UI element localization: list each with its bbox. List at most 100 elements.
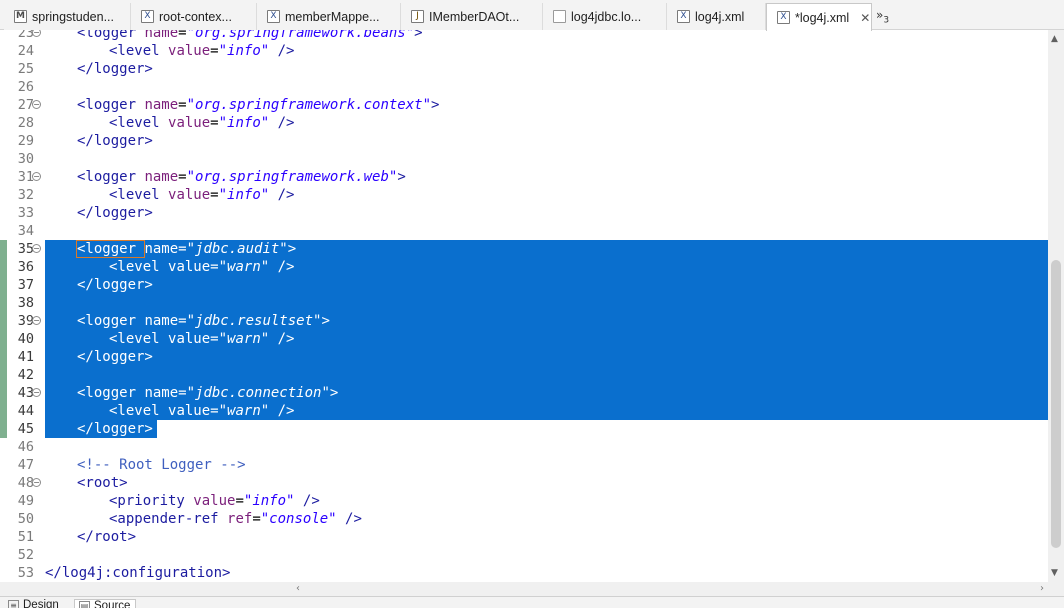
editor-mode-tabs: ≡ Design ▤ Source [0, 596, 1064, 608]
fold-toggle-icon[interactable]: − [32, 244, 41, 253]
code-line[interactable]: 48− <root> [0, 474, 1048, 492]
code-line[interactable]: 44 <level value="warn" /> [0, 402, 1048, 420]
change-marker [0, 546, 7, 564]
xml-source-editor[interactable]: 23− <logger name="org.springframework.bea… [0, 30, 1048, 582]
token-val: "org.springframework.context" [186, 97, 432, 113]
token-attr: value [193, 493, 236, 509]
token-eq: = [252, 511, 261, 527]
token-attr: name [144, 169, 179, 185]
code-line[interactable]: 29 </logger> [0, 132, 1048, 150]
editor-tab-1[interactable]: Mspringstuden... [4, 3, 131, 30]
code-line[interactable]: 34 [0, 222, 1048, 240]
token-attr: value [168, 403, 211, 419]
token-eq: = [210, 115, 219, 131]
fold-toggle-icon[interactable]: − [32, 316, 41, 325]
code-line[interactable]: 46 [0, 438, 1048, 456]
code-line[interactable]: 32 <level value="info" /> [0, 186, 1048, 204]
code-text-area [45, 546, 1048, 564]
code-line[interactable]: 28 <level value="info" /> [0, 114, 1048, 132]
editor-tab-2[interactable]: Xroot-contex... [131, 3, 257, 30]
token-tag: /> [269, 187, 295, 203]
line-number: 38 [17, 295, 34, 311]
token-tag: /> [269, 43, 295, 59]
fold-toggle-icon[interactable]: − [32, 172, 41, 181]
code-text: </logger> [77, 132, 153, 150]
code-line[interactable]: 24 <level value="info" /> [0, 42, 1048, 60]
token-tag: <root> [77, 475, 128, 491]
token-val: "info" [243, 493, 295, 509]
token-tag: <level [109, 115, 169, 131]
code-line[interactable]: 31− <logger name="org.springframework.web… [0, 168, 1048, 186]
editor-tab-3[interactable]: XmemberMappe... [257, 3, 401, 30]
change-marker [0, 348, 7, 366]
code-line[interactable]: 50 <appender-ref ref="console" /> [0, 510, 1048, 528]
fold-toggle-icon[interactable]: − [32, 388, 41, 397]
code-text-area: </root> [45, 528, 1048, 546]
code-line[interactable]: 23− <logger name="org.springframework.bea… [0, 30, 1048, 42]
fold-toggle-icon[interactable]: − [32, 478, 41, 487]
code-line[interactable]: 42 [0, 366, 1048, 384]
vertical-scroll-thumb[interactable] [1051, 260, 1061, 548]
token-tag: /> [336, 511, 362, 527]
code-line[interactable]: 51 </root> [0, 528, 1048, 546]
code-line[interactable]: 40 <level value="warn" /> [0, 330, 1048, 348]
change-marker [0, 114, 7, 132]
xml-file-icon: X [141, 10, 154, 23]
code-text-area: <logger name="jdbc.resultset"> [45, 312, 1048, 330]
scroll-up-arrow-icon[interactable]: ▲ [1051, 34, 1058, 44]
code-line[interactable]: 33 </logger> [0, 204, 1048, 222]
line-number: 30 [17, 151, 34, 167]
editor-tab-6[interactable]: Xlog4j.xml [667, 3, 766, 30]
code-line[interactable]: 37 </logger> [0, 276, 1048, 294]
code-line[interactable]: 49 <priority value="info" /> [0, 492, 1048, 510]
token-attr: value [168, 259, 211, 275]
change-marker [0, 276, 7, 294]
code-line[interactable]: 36 <level value="warn" /> [0, 258, 1048, 276]
editor-tab-5[interactable]: log4jdbc.lo... [543, 3, 667, 30]
code-text-area [45, 294, 1048, 312]
line-number: 32 [17, 187, 34, 203]
fold-toggle-icon[interactable]: − [32, 100, 41, 109]
mode-tab-1[interactable]: ≡ Design [8, 599, 59, 608]
design-icon: ≡ [8, 600, 19, 608]
token-attr: value [168, 43, 211, 59]
code-line[interactable]: 25 </logger> [0, 60, 1048, 78]
scroll-down-arrow-icon[interactable]: ▼ [1051, 568, 1058, 578]
editor-tab-4[interactable]: J IMemberDAOt... [401, 3, 543, 30]
token-val: "info" [218, 187, 270, 203]
horizontal-scrollbar[interactable]: ‹ › [0, 582, 1064, 596]
code-line[interactable]: 43− <logger name="jdbc.connection"> [0, 384, 1048, 402]
code-text: </log4j:configuration> [45, 564, 230, 582]
code-line[interactable]: 39− <logger name="jdbc.resultset"> [0, 312, 1048, 330]
mode-tab-2[interactable]: ▤ Source [74, 599, 137, 608]
code-text: </logger> [77, 348, 153, 366]
tab-overflow-button[interactable]: »3 [876, 8, 889, 25]
scroll-left-arrow-icon[interactable]: ‹ [296, 583, 300, 594]
scroll-right-arrow-icon[interactable]: › [1040, 583, 1044, 594]
change-marker [0, 564, 7, 582]
close-tab-icon[interactable]: ✕ [860, 11, 870, 25]
code-line[interactable]: 45 </logger> [0, 420, 1048, 438]
vertical-scrollbar[interactable]: ▲ ▼ [1048, 30, 1064, 582]
change-marker [0, 222, 7, 240]
code-line[interactable]: 26 [0, 78, 1048, 96]
line-number: 39 [17, 313, 34, 329]
code-text-area [45, 78, 1048, 96]
code-line[interactable]: 47 <!-- Root Logger --> [0, 456, 1048, 474]
code-line[interactable]: 41 </logger> [0, 348, 1048, 366]
change-marker [0, 60, 7, 78]
fold-toggle-icon[interactable]: − [32, 30, 41, 37]
code-line[interactable]: 35− <logger name="jdbc.audit"> [0, 240, 1048, 258]
editor-tab-7[interactable]: X *log4j.xml ✕ [766, 3, 872, 31]
code-text-area [45, 438, 1048, 456]
code-line[interactable]: 27− <logger name="org.springframework.con… [0, 96, 1048, 114]
token-val: "jdbc.audit" [186, 241, 288, 257]
code-line[interactable]: 53 </log4j:configuration> [0, 564, 1048, 582]
line-number: 50 [17, 511, 34, 527]
code-line[interactable]: 38 [0, 294, 1048, 312]
code-line[interactable]: 30 [0, 150, 1048, 168]
tab-label: memberMappe... [285, 9, 380, 24]
token-val: "org.springframework.web" [186, 169, 398, 185]
change-marker [0, 366, 7, 384]
code-line[interactable]: 52 [0, 546, 1048, 564]
